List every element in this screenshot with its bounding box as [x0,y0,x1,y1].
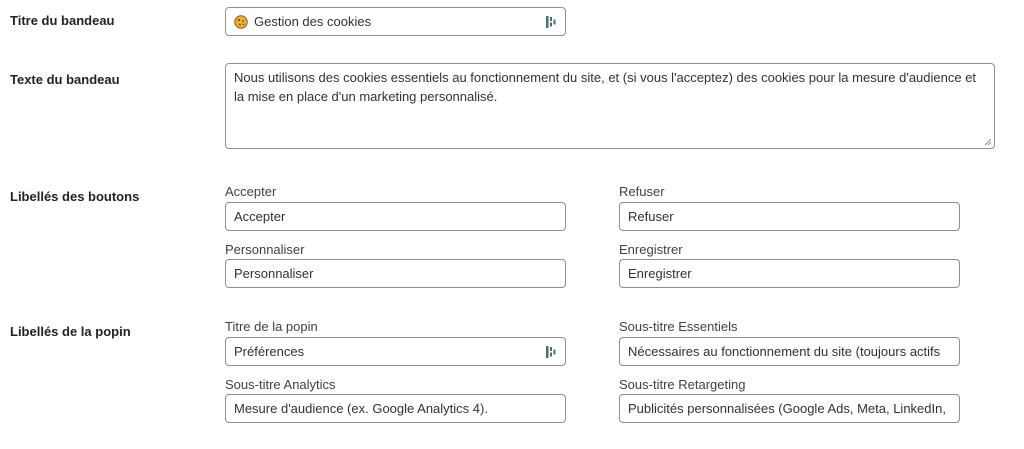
accept-value: Accepter [234,209,286,224]
banner-title-input[interactable]: Gestion des cookies [225,7,566,36]
popin-title-field-label: Titre de la popin [225,319,318,334]
banner-text-textarea[interactable]: Nous utilisons des cookies essentiels au… [225,63,995,149]
popin-title-input[interactable]: Préférences [225,337,566,366]
essentials-input[interactable]: Nécessaires au fonctionnement du site (t… [619,337,960,366]
customize-input[interactable]: Personnaliser [225,259,566,288]
banner-text-value: Nous utilisons des cookies essentiels au… [234,70,977,104]
refuse-value: Refuser [628,209,674,224]
password-manager-icon[interactable] [545,15,557,29]
customize-value: Personnaliser [234,266,314,281]
banner-text-label: Texte du bandeau [10,72,120,87]
analytics-field-label: Sous-titre Analytics [225,377,336,392]
retargeting-field-label: Sous-titre Retargeting [619,377,746,392]
save-input[interactable]: Enregistrer [619,259,960,288]
banner-title-label: Titre du bandeau [10,13,115,28]
resize-grip-icon[interactable] [984,138,992,146]
cookie-icon [234,14,248,29]
button-labels-label: Libellés des boutons [10,189,140,204]
banner-title-value: Gestion des cookies [254,14,372,29]
customize-field-label: Personnaliser [225,242,305,257]
popin-title-value: Préférences [234,344,305,359]
analytics-value: Mesure d'audience (ex. Google Analytics … [234,401,488,416]
popin-labels-label: Libellés de la popin [10,324,131,339]
accept-input[interactable]: Accepter [225,202,566,231]
essentials-field-label: Sous-titre Essentiels [619,319,738,334]
accept-field-label: Accepter [225,184,277,199]
analytics-input[interactable]: Mesure d'audience (ex. Google Analytics … [225,394,566,423]
password-manager-icon[interactable] [545,345,557,359]
save-value: Enregistrer [628,266,692,281]
retargeting-input[interactable]: Publicités personnalisées (Google Ads, M… [619,394,960,423]
refuse-field-label: Refuser [619,184,665,199]
retargeting-value: Publicités personnalisées (Google Ads, M… [628,401,946,416]
essentials-value: Nécessaires au fonctionnement du site (t… [628,344,941,359]
refuse-input[interactable]: Refuser [619,202,960,231]
save-field-label: Enregistrer [619,242,683,257]
